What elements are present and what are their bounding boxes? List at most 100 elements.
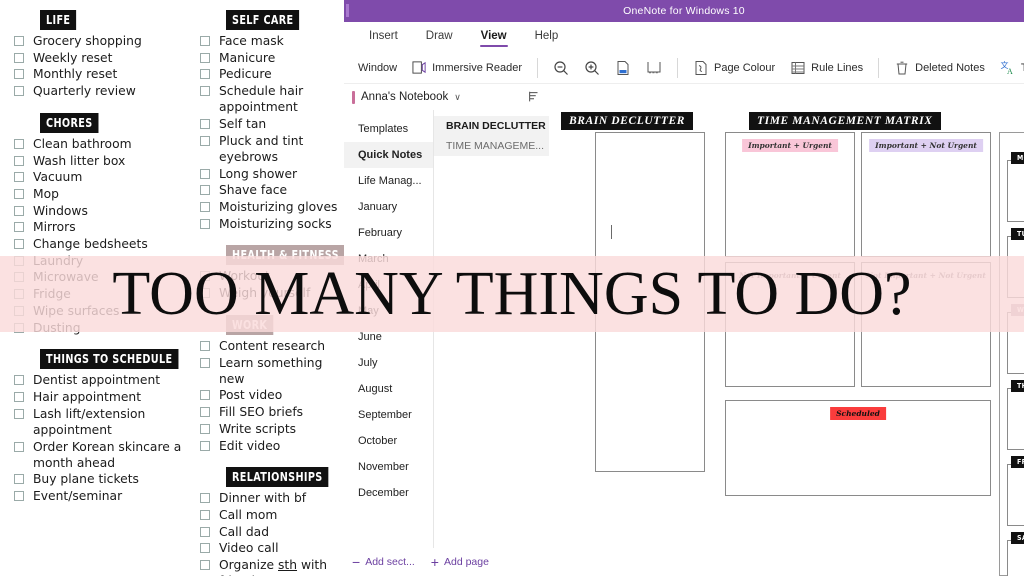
checkbox-icon[interactable]: [200, 357, 210, 368]
checklist-item[interactable]: Weekly reset: [14, 50, 184, 67]
checklist-item[interactable]: Windows: [14, 203, 184, 220]
section-item-february[interactable]: February: [344, 220, 433, 246]
note-canvas[interactable]: BRAIN DECLUTTER TIME MANAGEMENT MATRIX I…: [549, 110, 1024, 576]
section-item-life-manag[interactable]: Life Manag...: [344, 168, 433, 194]
checklist-item[interactable]: Call dad: [200, 524, 350, 541]
checkbox-icon[interactable]: [14, 474, 24, 485]
ribbon-tab-insert[interactable]: Insert: [368, 26, 399, 49]
section-item-july[interactable]: July: [344, 350, 433, 376]
section-item-templates[interactable]: Templates: [344, 116, 433, 142]
weekday-box-fri[interactable]: [1007, 464, 1024, 526]
section-item-august[interactable]: August: [344, 376, 433, 402]
checkbox-icon[interactable]: [200, 423, 210, 434]
checklist-item[interactable]: Mop: [14, 186, 184, 203]
checkbox-icon[interactable]: [200, 543, 210, 554]
ribbon-page-width-button[interactable]: [612, 58, 634, 78]
section-list[interactable]: Templates Quick Notes Life Manag... January…: [344, 110, 434, 576]
checkbox-icon[interactable]: [14, 69, 24, 80]
page-item[interactable]: TIME MANAGEME...: [434, 136, 549, 156]
section-item-december[interactable]: December: [344, 480, 433, 506]
ribbon-tab-help[interactable]: Help: [534, 26, 560, 49]
checkbox-icon[interactable]: [14, 491, 24, 502]
scheduled-box[interactable]: Scheduled: [725, 400, 991, 496]
checkbox-icon[interactable]: [200, 36, 210, 46]
chevron-down-icon[interactable]: ∨: [454, 92, 461, 103]
section-item-october[interactable]: October: [344, 428, 433, 454]
checkbox-icon[interactable]: [14, 155, 24, 166]
checkbox-icon[interactable]: [200, 493, 210, 504]
checklist-item[interactable]: Dinner with bf: [200, 490, 350, 507]
checkbox-icon[interactable]: [14, 188, 24, 199]
ribbon-immersive-reader-button[interactable]: Immersive Reader: [409, 58, 525, 77]
weekday-box-thu[interactable]: [1007, 388, 1024, 450]
checklist-item[interactable]: Mirrors: [14, 219, 184, 236]
weekday-box-sat[interactable]: [1007, 540, 1024, 576]
checklist-item[interactable]: Call mom: [200, 507, 350, 524]
checklist-item[interactable]: Wash litter box: [14, 153, 184, 170]
checkbox-icon[interactable]: [200, 185, 210, 196]
checklist-item[interactable]: Video call: [200, 540, 350, 557]
checkbox-icon[interactable]: [14, 36, 24, 46]
checkbox-icon[interactable]: [200, 526, 210, 537]
ribbon-fit-page-button[interactable]: [643, 58, 665, 78]
ribbon-tab-view[interactable]: View: [479, 26, 508, 49]
checklist-item[interactable]: Pedicure: [200, 66, 350, 83]
checkbox-icon[interactable]: [200, 52, 210, 63]
checkbox-icon[interactable]: [14, 205, 24, 216]
checkbox-icon[interactable]: [200, 218, 210, 229]
sort-icon[interactable]: [527, 90, 541, 104]
ribbon-tab-draw[interactable]: Draw: [425, 26, 454, 49]
checkbox-icon[interactable]: [14, 441, 24, 452]
ribbon-deleted-notes-button[interactable]: Deleted Notes: [891, 58, 988, 78]
checkbox-icon[interactable]: [200, 560, 210, 571]
checkbox-icon[interactable]: [14, 172, 24, 183]
ribbon-zoom-out-button[interactable]: [550, 58, 572, 78]
matrix-quadrant-important-not-urgent[interactable]: Important + Not Urgent: [861, 132, 991, 257]
ribbon-translate-button[interactable]: 文 A Translate: [997, 58, 1024, 78]
checkbox-icon[interactable]: [200, 135, 210, 146]
section-item-january[interactable]: January: [344, 194, 433, 220]
checkbox-icon[interactable]: [14, 222, 24, 233]
page-item[interactable]: BRAIN DECLUTTER: [434, 116, 549, 136]
checklist-item[interactable]: Post video: [200, 387, 350, 404]
checklist-item[interactable]: Grocery shopping: [14, 33, 184, 50]
checklist-item[interactable]: Change bedsheets: [14, 236, 184, 253]
checklist-item[interactable]: Quarterly review: [14, 83, 184, 100]
checkbox-icon[interactable]: [200, 168, 210, 179]
weekday-box-mon[interactable]: [1007, 160, 1024, 222]
checklist-item[interactable]: Manicure: [200, 50, 350, 67]
checklist-item[interactable]: Shave face: [200, 182, 350, 199]
section-item-september[interactable]: September: [344, 402, 433, 428]
checkbox-icon[interactable]: [14, 138, 24, 149]
checklist-item[interactable]: Moisturizing gloves: [200, 199, 350, 216]
ribbon-page-colour-button[interactable]: Page Colour: [690, 58, 778, 78]
checkbox-icon[interactable]: [200, 509, 210, 520]
checkbox-icon[interactable]: [14, 408, 24, 419]
checkbox-icon[interactable]: [200, 407, 210, 418]
ribbon-window-button[interactable]: Window: [350, 60, 400, 76]
checkbox-icon[interactable]: [14, 52, 24, 63]
checkbox-icon[interactable]: [14, 391, 24, 402]
add-section-button[interactable]: − Add sect...: [352, 555, 415, 569]
section-item-november[interactable]: November: [344, 454, 433, 480]
checklist-item[interactable]: Edit video: [200, 438, 350, 455]
notebook-name[interactable]: Anna's Notebook: [361, 91, 448, 103]
checkbox-icon[interactable]: [14, 239, 24, 250]
checkbox-icon[interactable]: [200, 86, 210, 97]
checklist-item[interactable]: Lash lift/extension appointment: [14, 406, 184, 439]
checklist-item[interactable]: Vacuum: [14, 169, 184, 186]
checklist-item[interactable]: Moisturizing socks: [200, 216, 350, 233]
ribbon-zoom-in-button[interactable]: [581, 58, 603, 78]
checklist-item[interactable]: Learn something new: [200, 355, 350, 388]
checkbox-icon[interactable]: [200, 69, 210, 80]
ribbon-rule-lines-button[interactable]: Rule Lines: [787, 58, 866, 78]
checklist-item[interactable]: Buy plane tickets: [14, 471, 184, 488]
add-page-button[interactable]: + Add page: [431, 555, 489, 569]
checklist-item[interactable]: Clean bathroom: [14, 136, 184, 153]
checkbox-icon[interactable]: [200, 390, 210, 401]
checklist-item[interactable]: Order Korean skincare a month ahead: [14, 439, 184, 472]
matrix-quadrant-important-urgent[interactable]: Important + Urgent: [725, 132, 855, 257]
checkbox-icon[interactable]: [200, 340, 210, 351]
section-item-quick-notes[interactable]: Quick Notes: [344, 142, 433, 168]
checklist-item[interactable]: Self tan: [200, 116, 350, 133]
